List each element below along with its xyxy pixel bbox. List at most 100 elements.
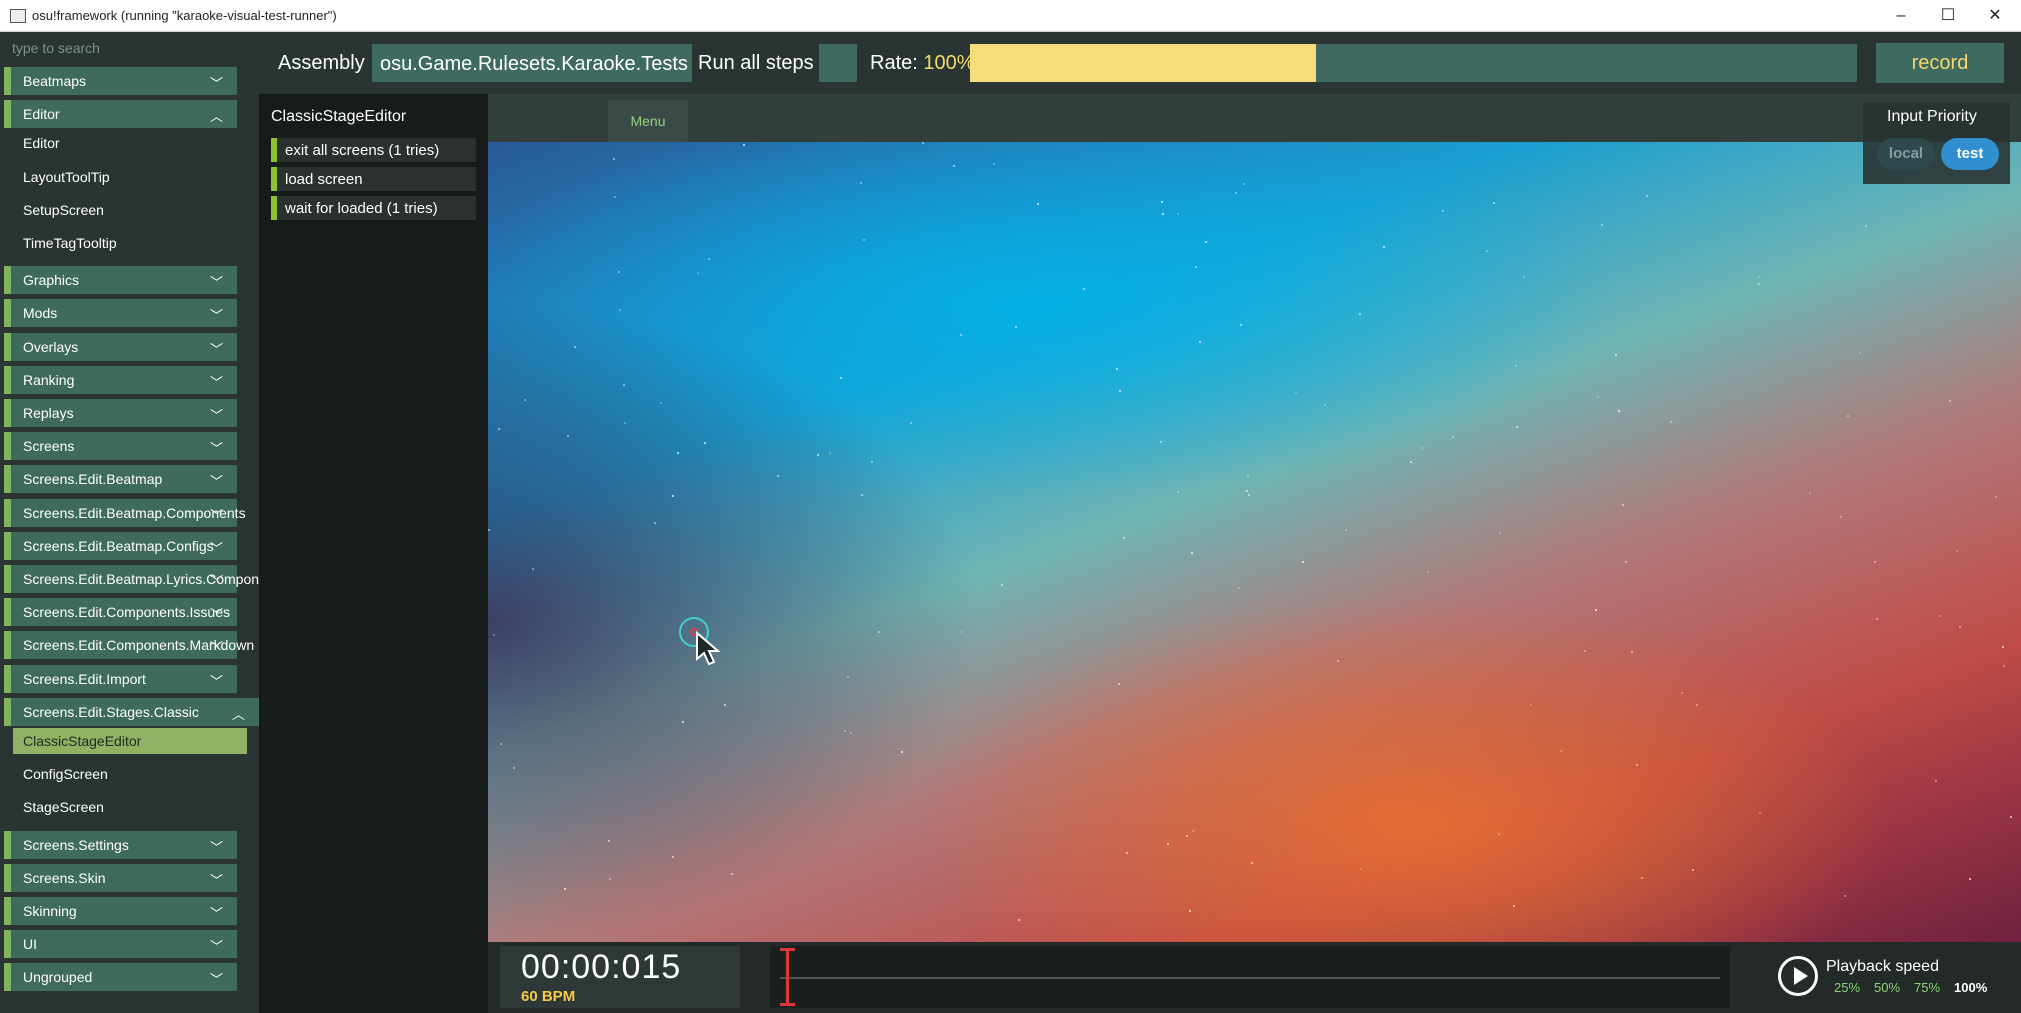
star-decoration	[777, 475, 779, 477]
maximize-button[interactable]: ☐	[1925, 0, 1971, 31]
assembly-dropdown[interactable]: osu.Game.Rulesets.Karaoke.Tests	[372, 44, 692, 82]
sidebar-group-label: Skinning	[23, 903, 77, 919]
sidebar-group-screens-edit-beatmap[interactable]: Screens.Edit.Beatmap ﹀	[4, 465, 237, 494]
star-decoration	[1809, 492, 1811, 494]
sidebar-group-skinning[interactable]: Skinning ﹀	[4, 897, 237, 925]
sidebar-group-screens-edit-beatmap-lyrics-components[interactable]: Screens.Edit.Beatmap.Lyrics.Components ﹀	[4, 565, 286, 593]
sidebar-group-screens-edit-import[interactable]: Screens.Edit.Import ﹀	[4, 664, 237, 693]
timeline-summary[interactable]	[770, 946, 1730, 1008]
playback-speed-75[interactable]: 75%	[1914, 980, 1940, 995]
sidebar-item-configscreen[interactable]: ConfigScreen	[23, 761, 108, 787]
rate-label: Rate:	[870, 52, 918, 74]
star-decoration	[1515, 365, 1517, 367]
star-decoration	[1865, 225, 1867, 227]
sidebar-item-setupscreen[interactable]: SetupScreen	[23, 197, 104, 223]
sidebar-group-replays[interactable]: Replays ﹀	[4, 399, 237, 427]
app-icon	[10, 9, 26, 23]
star-decoration	[567, 435, 569, 437]
input-priority-local-button[interactable]: local	[1877, 138, 1935, 170]
rate-slider[interactable]	[970, 44, 1857, 82]
playback-speed-100[interactable]: 100%	[1954, 980, 1987, 995]
star-decoration	[493, 634, 495, 636]
run-all-steps-label: Run all steps	[698, 52, 814, 74]
star-decoration	[1421, 447, 1423, 449]
star-decoration	[1238, 587, 1240, 589]
step-button[interactable]: exit all screens (1 tries)	[271, 138, 476, 162]
star-decoration	[1759, 812, 1761, 814]
star-decoration	[1597, 396, 1599, 398]
star-decoration	[1956, 550, 1958, 552]
window-title: osu!framework (running "karaoke-visual-t…	[32, 8, 337, 23]
sidebar-group-label: Editor	[23, 106, 60, 123]
step-label: load screen	[285, 171, 363, 188]
star-decoration	[1584, 650, 1586, 652]
star-decoration	[498, 428, 500, 430]
chevron-down-icon: ﹀	[209, 308, 223, 324]
star-decoration	[1636, 764, 1638, 766]
star-decoration	[1452, 436, 1454, 438]
minimize-button[interactable]: –	[1878, 0, 1924, 31]
sidebar-group-label: Graphics	[23, 272, 80, 289]
sidebar-group-ranking[interactable]: Ranking ﹀	[4, 365, 237, 394]
star-decoration	[1758, 283, 1760, 285]
sidebar-item-stagescreen[interactable]: StageScreen	[23, 794, 104, 820]
star-decoration	[1116, 368, 1118, 370]
play-icon[interactable]	[1778, 956, 1818, 996]
sidebar-group-screens-edit-beatmap-configs[interactable]: Screens.Edit.Beatmap.Configs ﹀	[4, 531, 237, 560]
playback-speed-25[interactable]: 25%	[1834, 980, 1860, 995]
sidebar-group-editor[interactable]: Editor ︿	[4, 100, 237, 129]
sidebar-group-screens-edit-stages-classic[interactable]: Screens.Edit.Stages.Classic ︿	[4, 697, 259, 726]
sidebar-group-label: Screens.Edit.Components.Issues	[23, 604, 230, 621]
star-decoration	[1595, 609, 1597, 611]
sidebar-item-timetagtooltip[interactable]: TimeTagTooltip	[23, 230, 117, 256]
star-decoration	[1641, 877, 1643, 879]
star-decoration	[1160, 441, 1162, 443]
sidebar-group-graphics[interactable]: Graphics ﹀	[4, 266, 237, 295]
sidebar-group-screens-edit-components-issues[interactable]: Screens.Edit.Components.Issues ﹀	[4, 598, 237, 627]
star-decoration	[961, 631, 963, 633]
sidebar-group-ungrouped[interactable]: Ungrouped ﹀	[4, 963, 237, 992]
rate-label-group: Rate: 100%	[870, 52, 975, 75]
menu-tab[interactable]: Menu	[608, 100, 688, 142]
chevron-down-icon: ﹀	[209, 275, 223, 291]
sidebar-group-overlays[interactable]: Overlays ﹀	[4, 332, 237, 361]
sidebar-group-label: Screens.Edit.Beatmap.Lyrics.Components	[23, 571, 286, 587]
sidebar-group-beatmaps[interactable]: Beatmaps ﹀	[4, 67, 237, 95]
sidebar-group-screens[interactable]: Screens ﹀	[4, 432, 237, 461]
sidebar-group-screens-edit-components-markdown[interactable]: Screens.Edit.Components.Markdown ﹀	[4, 631, 254, 660]
star-decoration	[860, 182, 862, 184]
chevron-down-icon: ﹀	[209, 507, 223, 523]
star-decoration	[524, 399, 526, 401]
sidebar-group-mods[interactable]: Mods ﹀	[4, 299, 237, 328]
star-decoration	[861, 494, 863, 496]
star-decoration	[1192, 830, 1194, 832]
run-all-steps-checkbox[interactable]	[819, 44, 857, 82]
scene-title: ClassicStageEditor	[271, 108, 407, 125]
star-decoration	[1018, 919, 1020, 921]
sidebar-group-ui[interactable]: UI ﹀	[4, 930, 237, 959]
star-decoration	[1844, 895, 1846, 897]
sidebar-item-layouttooltip[interactable]: LayoutToolTip	[23, 164, 110, 190]
star-decoration	[953, 165, 955, 167]
sidebar-group-screens-edit-beatmap-components[interactable]: Screens.Edit.Beatmap.Components ﹀	[4, 498, 246, 527]
playback-speed-50[interactable]: 50%	[1874, 980, 1900, 995]
step-button[interactable]: wait for loaded (1 tries)	[271, 196, 476, 220]
star-decoration	[574, 346, 576, 348]
star-decoration	[1123, 537, 1125, 539]
rate-value: 100%	[923, 52, 975, 74]
sidebar-group-label: Ungrouped	[23, 969, 93, 986]
star-decoration	[609, 878, 611, 880]
sidebar-group-label: Screens.Edit.Stages.Classic	[23, 703, 199, 720]
search-input[interactable]	[10, 34, 254, 62]
step-button[interactable]: load screen	[271, 167, 476, 191]
star-decoration	[1499, 532, 1501, 534]
sidebar-group-screens-settings[interactable]: Screens.Settings ﹀	[4, 830, 237, 859]
close-button[interactable]: ✕	[1972, 0, 2018, 31]
sidebar-group-screens-skin[interactable]: Screens.Skin ﹀	[4, 863, 237, 892]
sidebar-item-editor[interactable]: Editor	[23, 130, 60, 156]
input-priority-test-button[interactable]: test	[1941, 138, 1999, 170]
current-time: 00:00:015	[521, 948, 682, 986]
sidebar-item-classicstageeditor[interactable]: ClassicStageEditor	[13, 728, 247, 754]
record-button[interactable]: record	[1876, 43, 2004, 83]
timeline-playhead[interactable]	[786, 948, 789, 1006]
